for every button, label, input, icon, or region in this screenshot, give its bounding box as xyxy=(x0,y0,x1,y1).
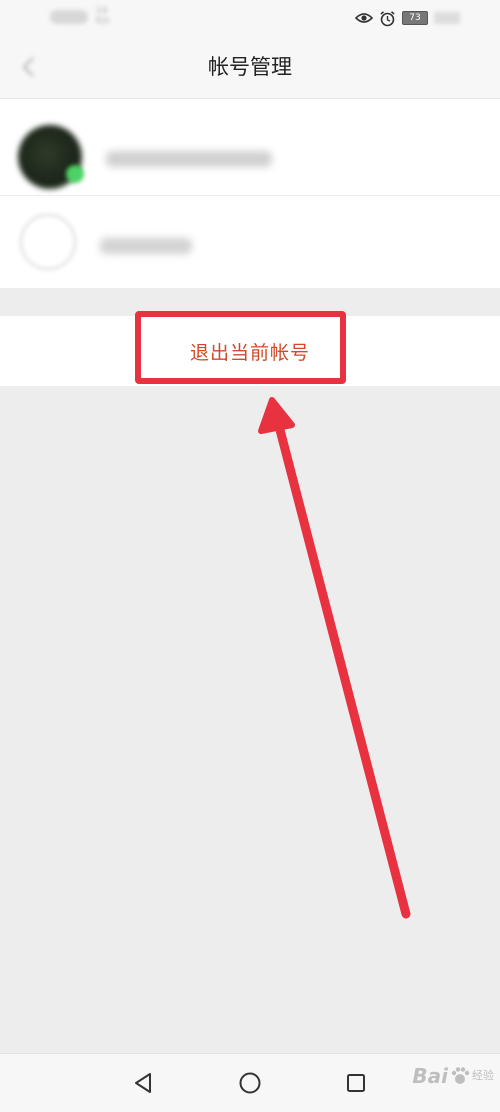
network-speed: 14 K/s xyxy=(96,6,110,26)
current-account-badge-icon xyxy=(66,165,84,183)
title-bar: 帐号管理 xyxy=(0,36,500,99)
alarm-icon xyxy=(379,10,396,27)
account-row-current[interactable] xyxy=(0,99,500,196)
eye-icon xyxy=(355,11,373,25)
carrier-blur xyxy=(50,10,88,24)
status-extra-blur xyxy=(434,12,460,24)
nav-recent-apps-icon xyxy=(347,1074,365,1092)
nav-home-icon xyxy=(239,1072,261,1094)
page-title: 帐号管理 xyxy=(208,55,292,79)
nav-back-icon xyxy=(135,1073,151,1093)
watermark-brand: Bai xyxy=(412,1064,448,1088)
status-left-blurred: 14 K/s xyxy=(50,6,120,28)
account-list xyxy=(0,99,500,288)
status-icons: 73 xyxy=(355,9,460,27)
add-account-icon xyxy=(20,214,76,270)
nav-home-button[interactable] xyxy=(235,1068,265,1098)
network-speed-value: 14 xyxy=(96,6,108,16)
watermark-sub: 经验 xyxy=(472,1069,494,1082)
status-bar: 14 K/s 73 xyxy=(0,0,500,36)
account-name-blurred xyxy=(106,151,272,167)
logout-label: 退出当前帐号 xyxy=(189,341,310,364)
network-speed-unit: K/s xyxy=(96,16,110,26)
add-account-label-blurred xyxy=(100,238,192,254)
nav-recent-apps-button[interactable] xyxy=(341,1068,371,1098)
logout-button[interactable]: 退出当前帐号 xyxy=(0,316,500,386)
baidu-paw-icon xyxy=(451,1067,470,1084)
battery-icon: 73 xyxy=(402,11,428,25)
account-row-add[interactable] xyxy=(0,196,500,288)
navigation-bar: Bai 经验 xyxy=(0,1053,500,1112)
baidu-watermark: Bai 经验 xyxy=(412,1064,494,1088)
logout-row: 退出当前帐号 xyxy=(0,316,500,386)
nav-back-button[interactable] xyxy=(128,1068,158,1098)
